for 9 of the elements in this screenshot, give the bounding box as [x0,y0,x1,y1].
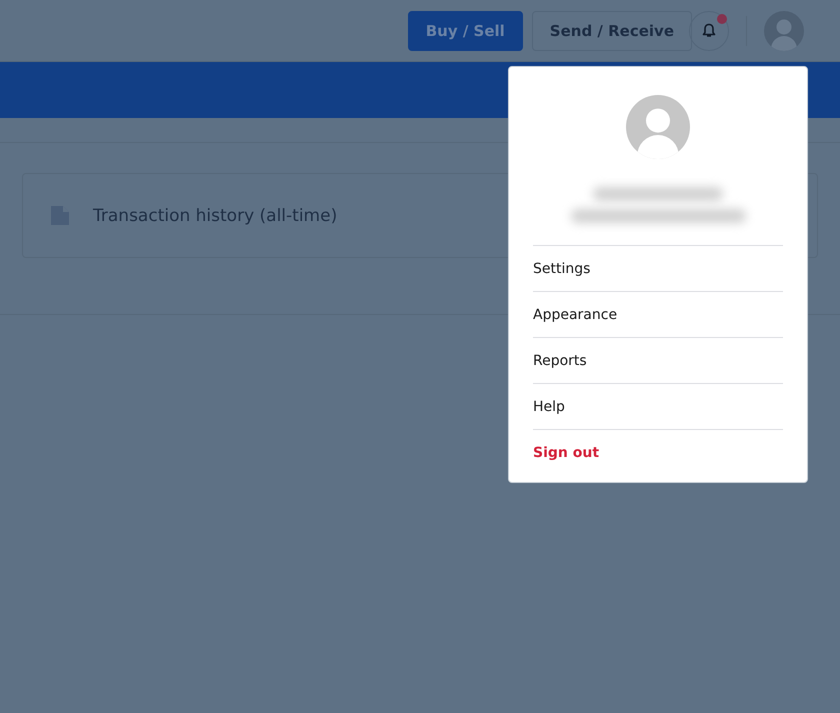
report-title: Transaction history (all-time) [93,206,338,226]
menu-item[interactable]: Appearance [533,292,783,338]
menu-item[interactable]: Settings [533,246,783,292]
menu-item[interactable]: Reports [533,338,783,384]
notifications-button[interactable] [689,10,729,50]
avatar-icon [764,10,804,50]
sign-out-item[interactable]: Sign out [533,430,783,476]
bell-icon [702,23,716,38]
menu-item[interactable]: Help [533,384,783,430]
